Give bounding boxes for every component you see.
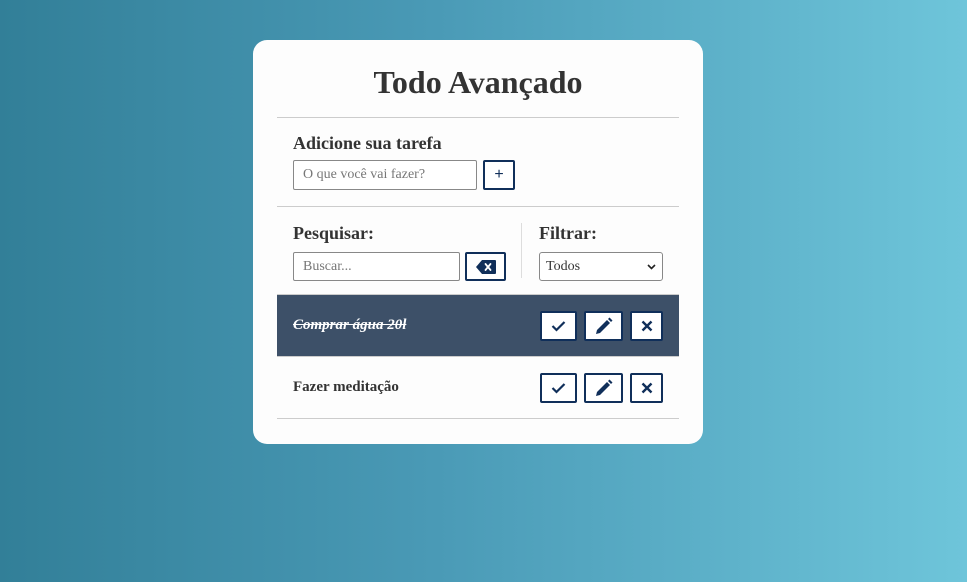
add-todo-row: + [293, 160, 663, 190]
filter-label: Filtrar: [539, 223, 597, 243]
filter-section: Filtrar: Todos [522, 223, 663, 294]
check-icon [551, 320, 566, 332]
erase-search-button[interactable] [465, 252, 506, 281]
search-input[interactable] [293, 252, 460, 281]
todo-actions [540, 310, 663, 341]
todo-text: Comprar água 20l [293, 317, 407, 333]
todo-item: Fazer meditação [277, 357, 679, 419]
search-label: Pesquisar: [293, 223, 374, 243]
check-icon [551, 382, 566, 394]
close-icon [641, 382, 652, 393]
todo-card: Todo Avançado Adicione sua tarefa + Pesq… [253, 40, 703, 444]
filter-select[interactable]: Todos [539, 252, 663, 281]
edit-todo-button[interactable] [584, 372, 623, 403]
finish-todo-button[interactable] [540, 372, 577, 403]
add-todo-button[interactable]: + [483, 160, 515, 190]
toolbar: Pesquisar: Filtrar: Todos [277, 207, 679, 295]
chevron-down-icon [647, 263, 656, 270]
todo-item: Comprar água 20l [277, 295, 679, 357]
remove-todo-button[interactable] [630, 310, 663, 341]
close-icon [641, 320, 652, 331]
pencil-icon [595, 317, 612, 334]
remove-todo-button[interactable] [630, 372, 663, 403]
edit-todo-button[interactable] [584, 310, 623, 341]
search-section: Pesquisar: [293, 223, 522, 281]
add-todo-label: Adicione sua tarefa [293, 133, 442, 153]
search-row [293, 252, 521, 281]
page-title: Todo Avançado [277, 40, 679, 118]
todo-actions [540, 372, 663, 403]
filter-selected-value: Todos [546, 258, 581, 274]
finish-todo-button[interactable] [540, 310, 577, 341]
backspace-icon [475, 259, 496, 274]
todo-input[interactable] [293, 160, 477, 190]
todo-text: Fazer meditação [293, 379, 399, 395]
add-todo-form: Adicione sua tarefa + [277, 118, 679, 207]
pencil-icon [595, 379, 612, 396]
